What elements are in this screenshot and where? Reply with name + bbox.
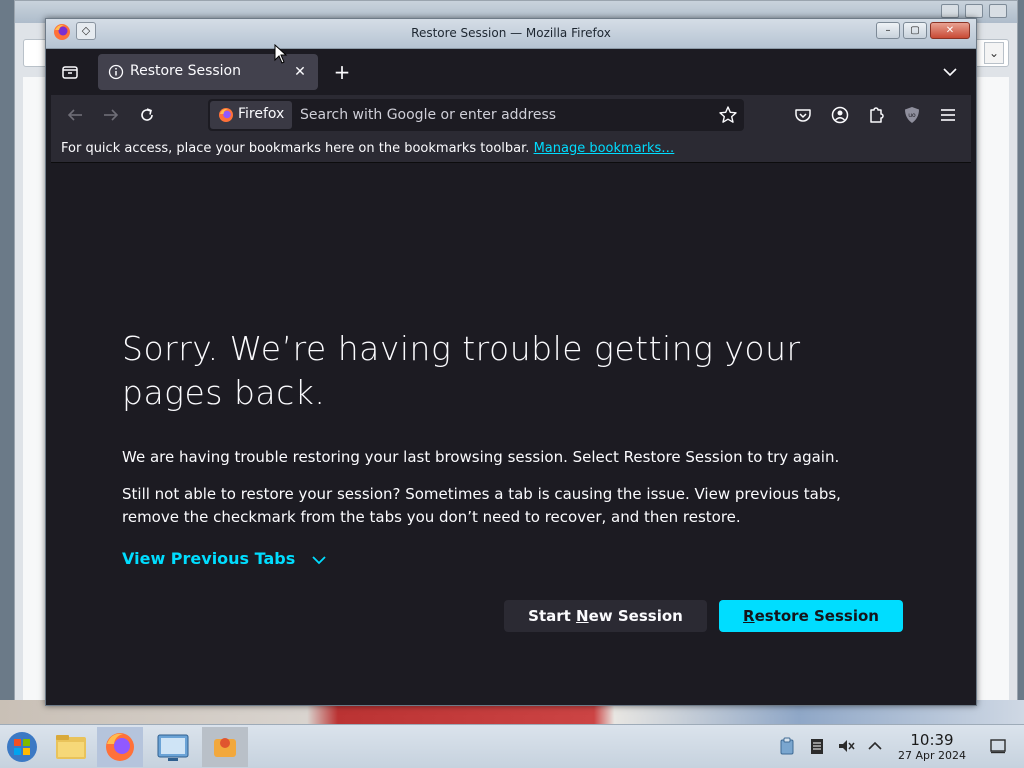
forward-arrow-icon[interactable] xyxy=(101,105,121,125)
tab-label: Restore Session xyxy=(130,63,241,79)
back-arrow-icon[interactable] xyxy=(65,105,85,125)
identity-label: Firefox xyxy=(238,106,285,122)
page-content: Sorry. We’re having trouble getting your… xyxy=(51,164,971,701)
url-bar[interactable]: Firefox xyxy=(208,99,744,131)
firefox-icon xyxy=(106,733,134,761)
close-tab-icon[interactable]: ✕ xyxy=(290,62,310,82)
svg-text:uo: uo xyxy=(908,112,916,119)
info-icon xyxy=(108,64,124,80)
reload-icon[interactable] xyxy=(137,105,157,125)
bookmarks-empty-message: For quick access, place your bookmarks h… xyxy=(61,141,674,156)
background-minimize-button[interactable] xyxy=(941,4,959,18)
notes-icon[interactable] xyxy=(808,737,826,755)
new-tab-button[interactable]: + xyxy=(331,61,353,83)
bookmark-star-icon[interactable] xyxy=(718,105,738,125)
app-menu-icon[interactable] xyxy=(938,105,958,125)
minimize-button[interactable]: – xyxy=(876,22,900,39)
firefox-logo-icon xyxy=(219,108,233,122)
mouse-cursor-icon xyxy=(274,44,288,64)
system-settings-icon[interactable] xyxy=(150,727,196,767)
error-description: We are having trouble restoring your las… xyxy=(122,448,840,466)
tab-strip: Restore Session ✕ + xyxy=(51,49,971,95)
clock-date[interactable]: 27 Apr 2024 xyxy=(890,749,974,762)
firefox-taskbar-item[interactable] xyxy=(97,727,143,767)
background-close-button[interactable] xyxy=(989,4,1007,18)
bookmarks-toolbar: For quick access, place your bookmarks h… xyxy=(51,135,971,163)
start-new-session-label-post: ew Session xyxy=(588,607,683,625)
clipboard-icon[interactable] xyxy=(778,737,796,755)
volume-muted-icon[interactable] xyxy=(837,737,855,755)
file-manager-icon[interactable] xyxy=(48,727,94,767)
taskbar: 10:39 27 Apr 2024 xyxy=(0,724,1024,768)
window-controls: – ▢ ✕ xyxy=(876,22,970,39)
clock-time[interactable]: 10:39 xyxy=(905,731,959,749)
background-dropdown-button[interactable]: ⌄ xyxy=(984,42,1004,64)
start-new-session-button[interactable]: Start New Session xyxy=(504,600,707,632)
firefox-view-icon[interactable] xyxy=(59,61,81,83)
account-icon[interactable] xyxy=(830,105,850,125)
chevron-down-icon[interactable] xyxy=(311,553,327,567)
expand-tray-icon[interactable] xyxy=(866,737,884,755)
extensions-icon[interactable] xyxy=(866,105,886,125)
identity-box[interactable]: Firefox xyxy=(210,101,292,129)
show-desktop-icon[interactable] xyxy=(989,737,1007,755)
view-previous-tabs-toggle[interactable]: View Previous Tabs xyxy=(122,549,295,568)
url-input[interactable] xyxy=(298,99,698,131)
restore-session-accesskey: R xyxy=(743,607,755,625)
navigation-toolbar: Firefox uo xyxy=(51,95,971,135)
bookmarks-message-text: For quick access, place your bookmarks h… xyxy=(61,141,530,156)
ublock-origin-icon[interactable]: uo xyxy=(902,105,922,125)
error-title: Sorry. We’re having trouble getting your… xyxy=(122,329,801,412)
restore-session-label-post: estore Session xyxy=(754,607,879,625)
window-title: Restore Session — Mozilla Firefox xyxy=(411,26,611,40)
error-help-text: Still not able to restore your session? … xyxy=(122,485,841,526)
manage-bookmarks-link[interactable]: Manage bookmarks… xyxy=(534,141,675,156)
background-window-buttons xyxy=(941,4,1007,18)
close-button[interactable]: ✕ xyxy=(930,22,970,39)
start-menu-icon[interactable] xyxy=(0,727,46,767)
restore-session-button[interactable]: Restore Session xyxy=(719,600,903,632)
firefox-window: ◇ Restore Session — Mozilla Firefox – ▢ … xyxy=(45,18,977,706)
background-maximize-button[interactable] xyxy=(965,4,983,18)
app-launcher-icon xyxy=(214,738,236,757)
app-launcher-taskbar-item[interactable] xyxy=(202,727,248,767)
browser-inner: Restore Session ✕ + Firefox Search with … xyxy=(51,49,971,701)
window-titlebar[interactable]: ◇ Restore Session — Mozilla Firefox – ▢ … xyxy=(46,19,976,49)
pocket-icon[interactable] xyxy=(793,105,813,125)
list-all-tabs-icon[interactable] xyxy=(939,61,961,83)
maximize-button[interactable]: ▢ xyxy=(903,22,927,39)
start-new-session-label-pre: Start xyxy=(528,607,577,625)
start-new-session-accesskey: N xyxy=(576,607,589,625)
